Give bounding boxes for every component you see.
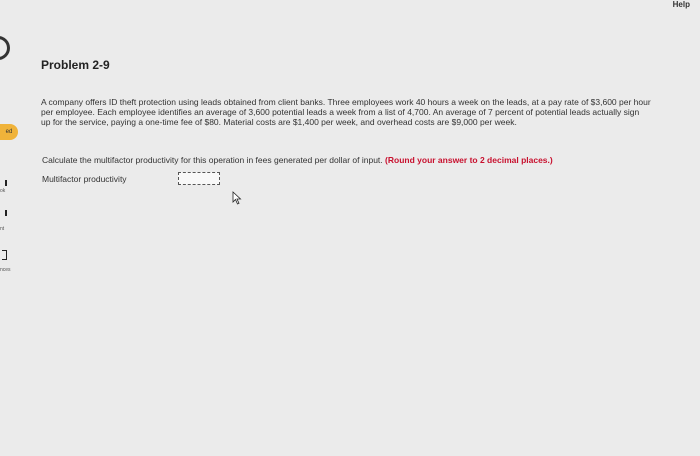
status-badge[interactable]: ed <box>0 124 18 140</box>
rounding-note: (Round your answer to 2 decimal places.) <box>385 155 553 165</box>
sidebar-marker <box>5 210 7 216</box>
help-link[interactable]: Help <box>673 0 690 9</box>
answer-label: Multifactor productivity <box>42 174 127 184</box>
instruction: Calculate the multifactor productivity f… <box>42 155 553 165</box>
problem-title: Problem 2-9 <box>41 58 110 72</box>
instruction-text: Calculate the multifactor productivity f… <box>42 155 383 165</box>
mouse-pointer-icon <box>232 191 242 205</box>
sidebar-item-fragment[interactable]: ok <box>0 188 5 194</box>
circle-arc-icon <box>0 36 10 60</box>
sidebar-item-fragment[interactable]: nces <box>0 267 11 273</box>
multifactor-productivity-input[interactable] <box>178 172 220 185</box>
sidebar-item-fragment[interactable]: nt <box>0 226 4 232</box>
problem-statement: A company offers ID theft protection usi… <box>41 97 651 127</box>
sidebar-marker <box>2 250 7 260</box>
sidebar-marker <box>5 180 7 186</box>
sidebar: ed ok nt nces <box>0 0 30 456</box>
